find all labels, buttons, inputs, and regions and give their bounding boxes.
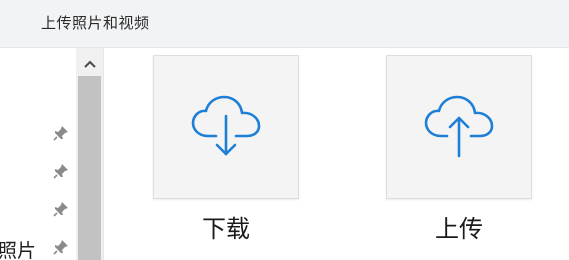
vertical-scrollbar[interactable] [76, 48, 103, 260]
pin-icon[interactable] [52, 200, 70, 218]
cloud-upload-icon [424, 95, 494, 158]
chevron-up-icon [83, 60, 96, 68]
scrollbar-thumb[interactable] [78, 76, 101, 260]
download-button[interactable] [153, 55, 299, 199]
pin-icon[interactable] [52, 162, 70, 180]
page-title: 上传照片和视频 [41, 14, 150, 32]
cloud-download-icon [191, 95, 261, 156]
scroll-up-button[interactable] [76, 52, 103, 76]
sidebar-item-label[interactable]: 照片 [0, 236, 36, 260]
pin-icon[interactable] [52, 238, 70, 256]
download-label: 下载 [202, 215, 250, 243]
pin-icon[interactable] [52, 124, 70, 142]
header-bar: 上传照片和视频 [0, 0, 569, 48]
upload-label: 上传 [435, 215, 483, 243]
upload-button[interactable] [386, 55, 532, 199]
